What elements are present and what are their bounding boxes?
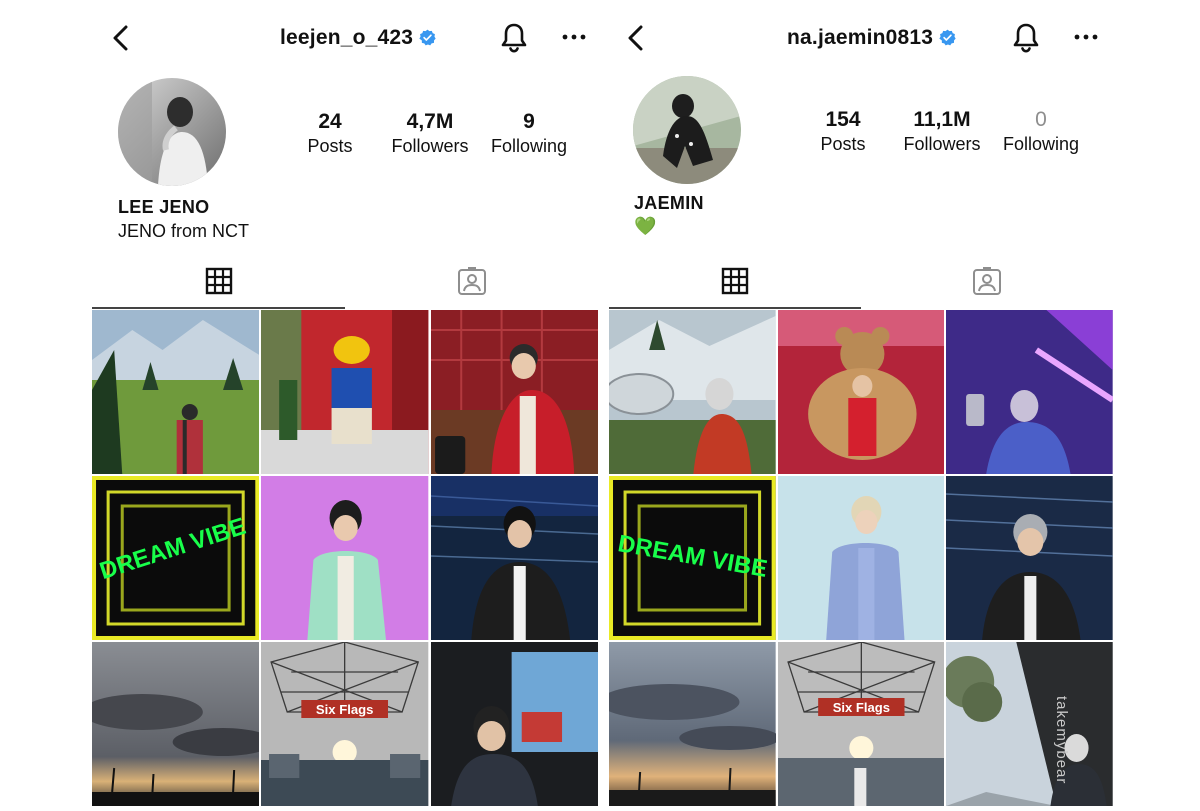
following-count: 0 [1035, 108, 1047, 131]
posts-stat[interactable]: 24 Posts [275, 110, 385, 157]
username-header: na.jaemin0813 [787, 26, 956, 50]
post-thumbnail[interactable] [92, 642, 260, 806]
post-thumbnail[interactable] [946, 310, 1113, 474]
top-bar: na.jaemin0813 [609, 14, 1113, 62]
tab-tagged[interactable] [861, 255, 1113, 307]
followers-label: Followers [903, 134, 981, 154]
posts-count: 24 [318, 110, 342, 133]
post-thumbnail[interactable] [609, 310, 776, 474]
park-sign-text: Six Flags [832, 700, 889, 715]
tagged-person-icon [973, 267, 1001, 295]
post-thumbnail[interactable] [609, 642, 776, 806]
posts-count: 154 [825, 108, 861, 131]
post-thumbnail[interactable] [430, 476, 598, 640]
profile-tabs [609, 255, 1113, 309]
bio-text: 💚 [634, 216, 657, 236]
post-thumbnail[interactable] [777, 476, 945, 640]
tab-grid[interactable] [609, 255, 861, 307]
following-stat[interactable]: 9 Following [474, 110, 584, 157]
back-arrow-icon[interactable] [110, 24, 132, 52]
post-thumbnail[interactable] [430, 310, 598, 474]
park-sign-text: Six Flags [316, 702, 374, 717]
post-thumbnail[interactable] [946, 642, 1113, 806]
following-label: Following [490, 136, 568, 156]
username-text: leejen_o_423 [280, 26, 414, 49]
bio-text: JENO from NCT [118, 221, 250, 241]
post-thumbnail[interactable] [430, 642, 598, 806]
back-arrow-icon[interactable] [625, 24, 647, 52]
username-text: na.jaemin0813 [787, 26, 934, 49]
followers-count: 11,1M [913, 108, 971, 131]
post-thumbnail[interactable] [261, 310, 429, 474]
grid-icon [205, 267, 232, 295]
profile-panel-right: na.jaemin0813 154 Posts 11,1M Followers [609, 0, 1113, 811]
username-header: leejen_o_423 [280, 26, 436, 50]
notification-bell-icon[interactable] [500, 22, 528, 54]
avatar[interactable] [118, 78, 226, 186]
posts-grid: DREAM VIBE Six Flags [609, 310, 1113, 806]
followers-stat[interactable]: 11,1M Followers [887, 108, 997, 155]
watermark-text: takemybear [1052, 696, 1070, 785]
verified-badge-icon [419, 29, 436, 46]
tab-grid[interactable] [92, 255, 345, 307]
post-thumbnail[interactable] [92, 310, 260, 474]
grid-icon [721, 267, 749, 295]
following-stat[interactable]: 0 Following [986, 108, 1096, 155]
following-label: Following [1002, 134, 1080, 154]
posts-stat[interactable]: 154 Posts [788, 108, 898, 155]
post-thumbnail[interactable]: DREAM VIBE [609, 476, 776, 640]
more-options-icon[interactable] [1074, 32, 1098, 42]
post-thumbnail[interactable] [261, 476, 429, 640]
more-options-icon[interactable] [562, 32, 586, 42]
top-bar: leejen_o_423 [92, 14, 598, 62]
posts-label: Posts [820, 134, 866, 154]
posts-grid: DREAM VIBE Six Flags [92, 310, 598, 806]
avatar[interactable] [633, 76, 741, 184]
active-tab-indicator [92, 307, 345, 309]
posts-label: Posts [307, 136, 353, 156]
post-thumbnail[interactable] [946, 476, 1113, 640]
display-name: LEE JENO [118, 197, 210, 217]
display-name: JAEMIN [634, 193, 704, 213]
tagged-person-icon [457, 267, 486, 295]
verified-badge-icon [939, 29, 956, 46]
profile-panel-left: leejen_o_423 24 Posts 4,7M Followers 9 F… [92, 0, 598, 811]
followers-stat[interactable]: 4,7M Followers [375, 110, 485, 157]
profile-tabs [92, 255, 598, 309]
post-thumbnail[interactable]: Six Flags [777, 642, 945, 806]
post-thumbnail[interactable]: Six Flags [261, 642, 429, 806]
tab-tagged[interactable] [345, 255, 598, 307]
followers-count: 4,7M [406, 110, 454, 133]
post-thumbnail[interactable] [777, 310, 945, 474]
active-tab-indicator [609, 307, 861, 309]
followers-label: Followers [391, 136, 469, 156]
post-thumbnail[interactable]: DREAM VIBE [92, 476, 260, 640]
notification-bell-icon[interactable] [1012, 22, 1040, 54]
following-count: 9 [523, 110, 535, 133]
